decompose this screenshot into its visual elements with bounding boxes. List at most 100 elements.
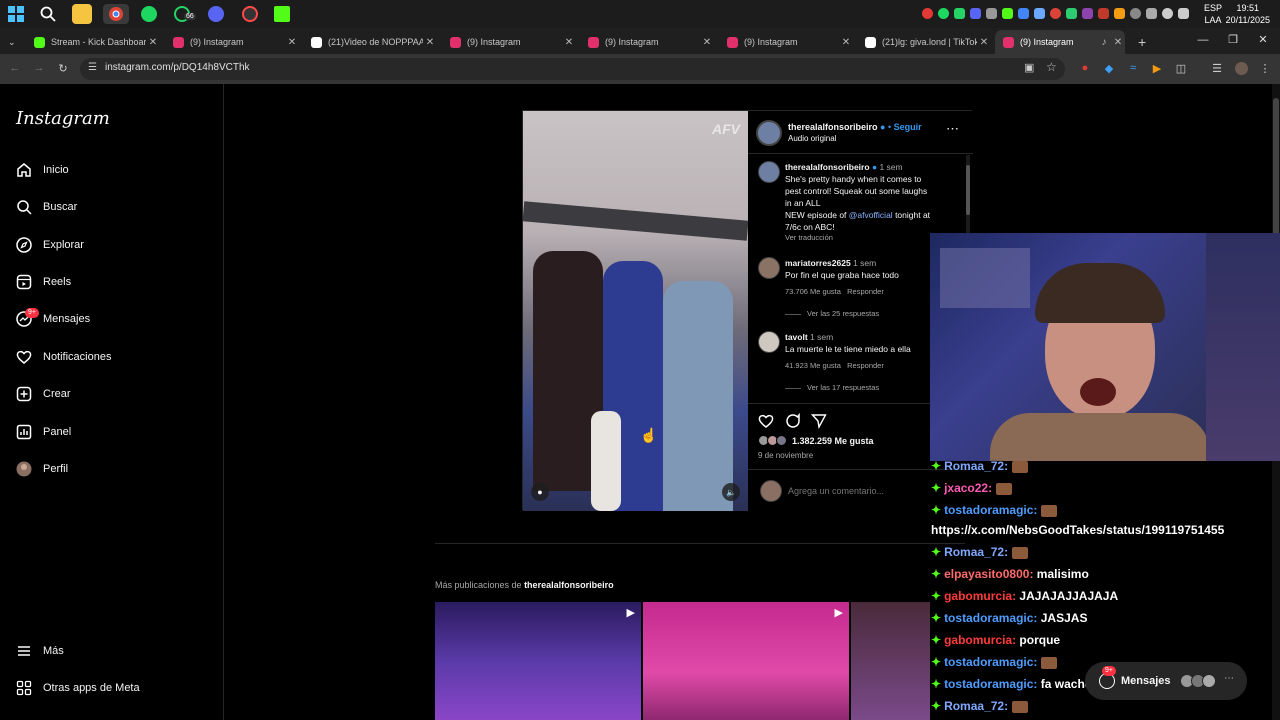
new-tab-button[interactable]: + bbox=[1136, 30, 1152, 54]
nav-item-explorar[interactable]: Explorar bbox=[16, 233, 84, 257]
nav-item-notificaciones[interactable]: Notificaciones bbox=[16, 345, 111, 369]
more-options-icon[interactable]: ⋯ bbox=[946, 121, 959, 137]
more-posts-username[interactable]: therealalfonsoribeiro bbox=[524, 580, 614, 590]
nav-item-inicio[interactable]: Inicio bbox=[16, 158, 69, 182]
tray-app-icon[interactable] bbox=[1114, 8, 1125, 19]
close-tab-icon[interactable]: ✕ bbox=[146, 37, 160, 48]
like-heart-icon[interactable] bbox=[758, 413, 774, 434]
tray-app-icon[interactable] bbox=[1130, 8, 1141, 19]
view-replies-button[interactable]: Ver las 17 respuestas bbox=[807, 383, 879, 392]
spotify-icon[interactable] bbox=[139, 4, 159, 24]
tab-search-button[interactable]: ⌄ bbox=[4, 30, 22, 54]
profile-avatar[interactable] bbox=[1234, 62, 1248, 78]
comment-username[interactable]: mariatorres2625 bbox=[785, 258, 851, 268]
likes-summary[interactable]: 1.382.259 Me gusta bbox=[758, 435, 874, 446]
extension-icon[interactable]: ▶ bbox=[1150, 62, 1164, 75]
clock[interactable]: 19:51 20/11/2025 bbox=[1226, 2, 1270, 26]
tray-chrome-icon[interactable] bbox=[1050, 8, 1061, 19]
address-bar[interactable]: ☰ instagram.com/p/DQ14h8VCThk ▣ ☆ bbox=[80, 58, 1065, 80]
messages-pill[interactable]: 9+ Mensajes ⋯ bbox=[1085, 662, 1247, 700]
post-video[interactable]: AFV ● 🔈 ☝ bbox=[523, 111, 748, 511]
reading-list-icon[interactable]: ☰ bbox=[1210, 62, 1224, 75]
site-info-icon[interactable]: ☰ bbox=[88, 62, 97, 73]
tray-discord-icon[interactable] bbox=[970, 8, 981, 19]
nav-item-perfil[interactable]: Perfil bbox=[16, 457, 68, 481]
bookmark-star-icon[interactable]: ☆ bbox=[1046, 60, 1057, 74]
close-tab-icon[interactable]: ✕ bbox=[700, 37, 714, 48]
whatsapp-icon[interactable]: 66 bbox=[172, 4, 196, 24]
browser-tab[interactable]: (9) Instagram ✕ bbox=[719, 30, 853, 54]
browser-tab[interactable]: (21)Video de NOPPPAAA ✕ bbox=[303, 30, 437, 54]
extension-icon[interactable]: ● bbox=[1078, 62, 1092, 74]
post-thumbnail[interactable]: ▶ bbox=[435, 602, 641, 720]
tray-app-icon[interactable] bbox=[1066, 8, 1077, 19]
extension-icon[interactable]: ◆ bbox=[1102, 62, 1116, 75]
tray-app-icon[interactable] bbox=[1098, 8, 1109, 19]
stream-app-icon[interactable] bbox=[240, 4, 260, 24]
reply-button[interactable]: Responder bbox=[847, 287, 884, 296]
nav-item-mensajes[interactable]: 9+ Mensajes bbox=[16, 307, 90, 331]
author-avatar[interactable] bbox=[756, 120, 782, 146]
close-window-button[interactable]: ✕ bbox=[1248, 28, 1278, 52]
nav-item-buscar[interactable]: Buscar bbox=[16, 195, 77, 219]
nav-item-reels[interactable]: Reels bbox=[16, 270, 71, 294]
reply-button[interactable]: Responder bbox=[847, 361, 884, 370]
post-thumbnail[interactable]: ▶ bbox=[643, 602, 849, 720]
tray-app-icon[interactable] bbox=[1034, 8, 1045, 19]
maximize-button[interactable]: ❐ bbox=[1218, 28, 1248, 52]
windows-start-icon[interactable] bbox=[6, 4, 26, 24]
nav-item-panel[interactable]: Panel bbox=[16, 420, 71, 444]
audio-label[interactable]: Audio original bbox=[788, 134, 836, 143]
forward-icon[interactable]: → bbox=[32, 62, 46, 74]
comment-likes[interactable]: 41.923 Me gusta bbox=[785, 361, 841, 370]
follow-button[interactable]: Seguir bbox=[894, 122, 922, 132]
tray-app-icon[interactable] bbox=[922, 8, 933, 19]
close-tab-icon[interactable]: ✕ bbox=[1111, 37, 1125, 48]
browser-tab[interactable]: (9) Instagram ♪ ✕ bbox=[995, 30, 1125, 54]
browser-tab[interactable]: (9) Instagram ✕ bbox=[580, 30, 714, 54]
browser-menu-icon[interactable]: ⋮ bbox=[1258, 62, 1272, 75]
tagged-users-icon[interactable]: ● bbox=[531, 483, 549, 501]
comment-avatar[interactable] bbox=[758, 331, 780, 353]
nav-item-crear[interactable]: Crear bbox=[16, 382, 71, 406]
tray-app-icon[interactable] bbox=[1082, 8, 1093, 19]
search-icon[interactable] bbox=[38, 4, 58, 24]
nav-item-meta-apps[interactable]: Otras apps de Meta bbox=[16, 676, 140, 700]
microphone-icon[interactable] bbox=[1162, 8, 1173, 19]
instagram-logo[interactable]: Instagram bbox=[16, 108, 110, 129]
kick-icon[interactable] bbox=[272, 4, 292, 24]
comment-bubble-icon[interactable] bbox=[785, 412, 801, 434]
tab-audio-icon[interactable]: ♪ bbox=[1097, 37, 1111, 48]
nav-item-mas[interactable]: Más bbox=[16, 639, 64, 663]
comment-likes[interactable]: 73.706 Me gusta bbox=[785, 287, 841, 296]
chrome-icon[interactable] bbox=[103, 4, 129, 24]
volume-icon[interactable] bbox=[1178, 8, 1189, 19]
install-app-icon[interactable]: ▣ bbox=[1024, 61, 1034, 74]
comment-input[interactable] bbox=[788, 483, 938, 499]
extension-icon[interactable]: ≈ bbox=[1126, 62, 1140, 74]
browser-tab[interactable]: Stream - Kick Dashboard ✕ bbox=[26, 30, 160, 54]
close-tab-icon[interactable]: ✕ bbox=[977, 37, 991, 48]
tray-app-icon[interactable] bbox=[1146, 8, 1157, 19]
scrollbar-thumb[interactable] bbox=[966, 165, 970, 215]
browser-tab[interactable]: (9) Instagram ✕ bbox=[442, 30, 576, 54]
tray-kick-icon[interactable] bbox=[1002, 8, 1013, 19]
close-tab-icon[interactable]: ✕ bbox=[285, 37, 299, 48]
extensions-puzzle-icon[interactable]: ◫ bbox=[1174, 62, 1188, 75]
reload-icon[interactable]: ↻ bbox=[56, 62, 70, 75]
author-username[interactable]: therealalfonsoribeiro bbox=[788, 122, 878, 132]
caption-avatar[interactable] bbox=[758, 161, 780, 183]
share-send-icon[interactable] bbox=[810, 413, 827, 434]
comment-username[interactable]: tavolt bbox=[785, 332, 808, 342]
close-tab-icon[interactable]: ✕ bbox=[839, 37, 853, 48]
tray-spotify-icon[interactable] bbox=[938, 8, 949, 19]
comment-avatar[interactable] bbox=[758, 257, 780, 279]
discord-icon[interactable] bbox=[206, 4, 226, 24]
tray-app-icon[interactable] bbox=[1018, 8, 1029, 19]
language-indicator[interactable]: ESP LAA bbox=[1204, 2, 1222, 26]
tray-whatsapp-icon[interactable] bbox=[954, 8, 965, 19]
tray-app-icon[interactable] bbox=[986, 8, 997, 19]
close-tab-icon[interactable]: ✕ bbox=[562, 37, 576, 48]
volume-icon[interactable]: 🔈 bbox=[722, 483, 740, 501]
browser-tab[interactable]: (9) Instagram ✕ bbox=[165, 30, 299, 54]
